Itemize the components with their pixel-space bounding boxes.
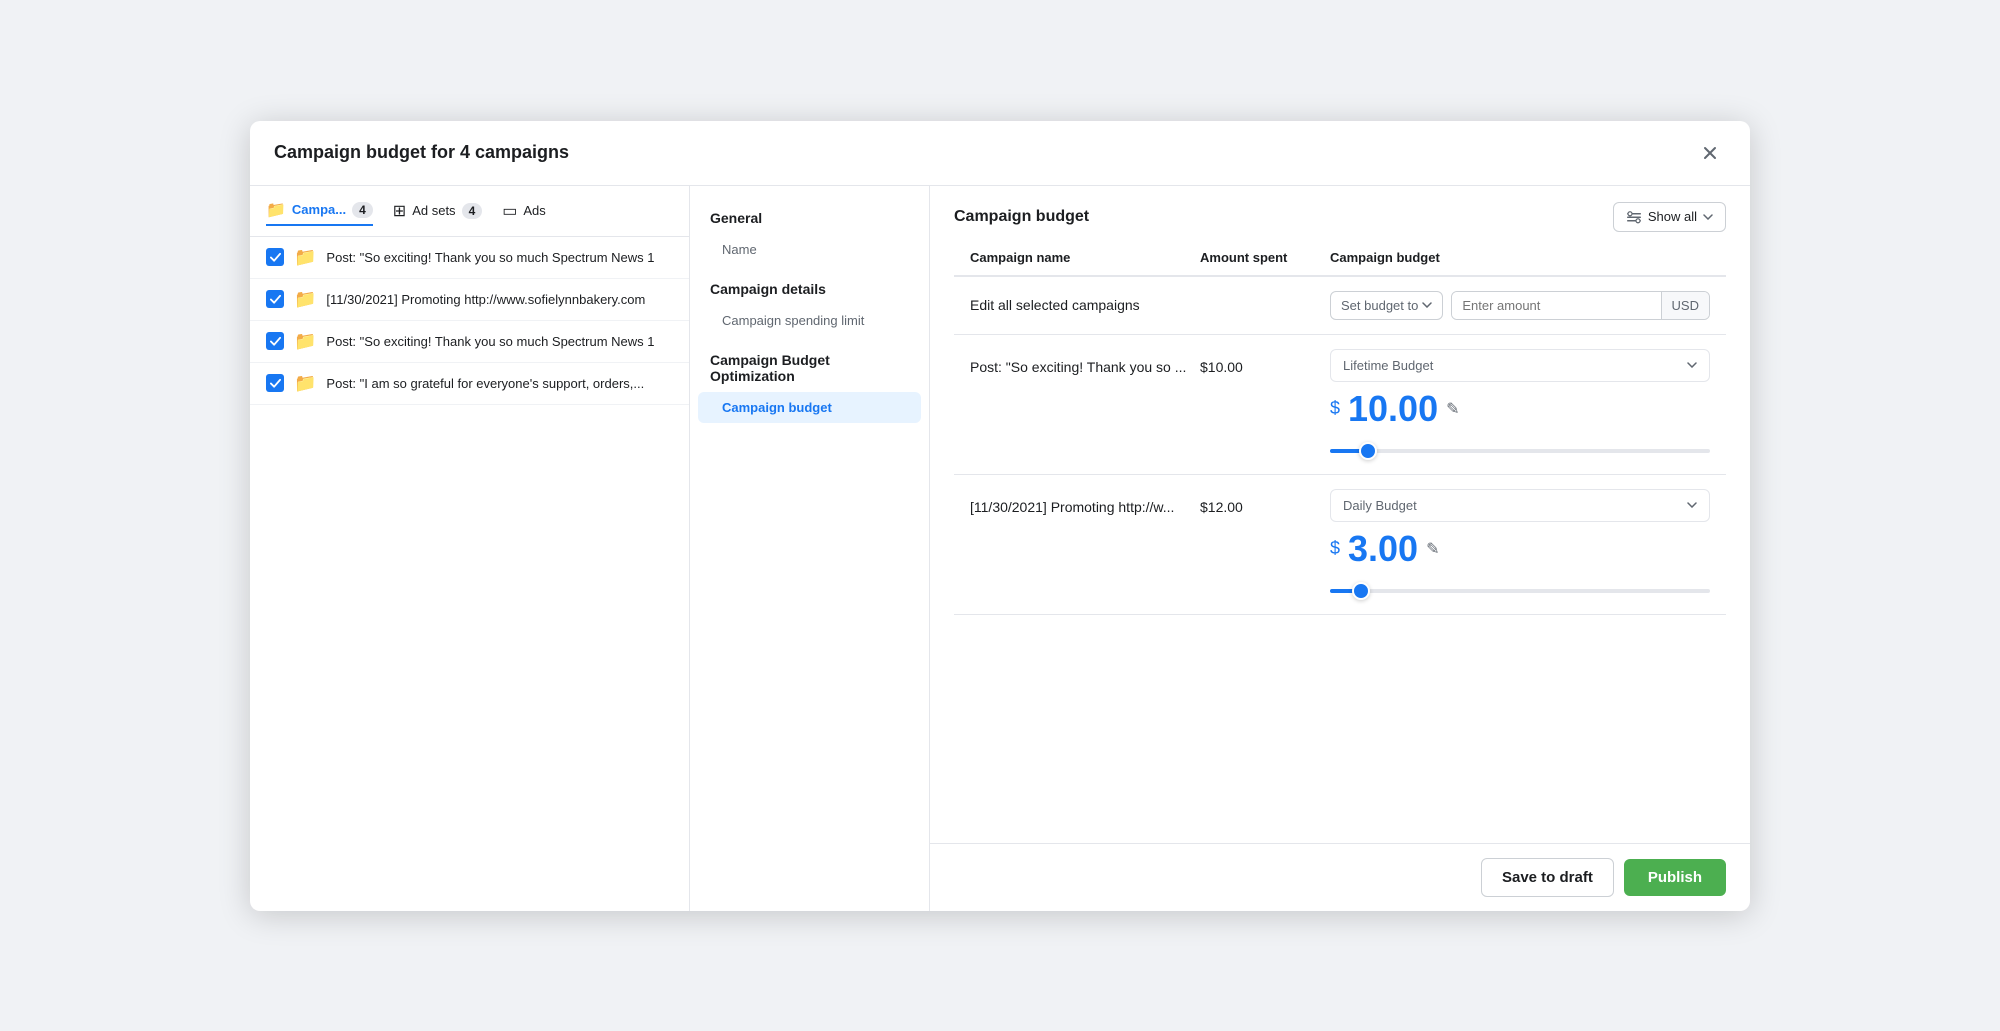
folder-icon: 📁 — [294, 331, 316, 352]
close-button[interactable] — [1694, 137, 1726, 169]
chevron-down-icon — [1687, 502, 1697, 508]
filter-icon — [1626, 209, 1642, 225]
nav-section-general: General — [690, 206, 929, 234]
set-budget-dropdown[interactable]: Set budget to — [1330, 291, 1443, 320]
nav-item-name[interactable]: Name — [690, 234, 929, 265]
folder-icon: 📁 — [294, 373, 316, 394]
check-icon — [266, 290, 284, 308]
row1-budget-type-select[interactable]: Lifetime Budget — [1330, 349, 1710, 382]
tab-ads[interactable]: ▭ Ads — [502, 197, 546, 225]
content-title: Campaign budget — [954, 208, 1089, 226]
dollar-sign: $ — [1330, 538, 1340, 559]
th-campaign-name: Campaign name — [970, 250, 1200, 265]
row1-spent: $10.00 — [1200, 349, 1330, 375]
row2-budget-value: 3.00 — [1348, 528, 1418, 570]
list-item[interactable]: 📁 Post: "So exciting! Thank you so much … — [250, 237, 689, 279]
row1-budget-amount: $ 10.00 ✎ — [1330, 388, 1710, 430]
campaign-budget-row-1: Post: "So exciting! Thank you so ... $10… — [954, 335, 1726, 475]
row2-budget-controls: Daily Budget $ 3.00 ✎ — [1330, 489, 1710, 600]
row1-budget-slider[interactable] — [1330, 449, 1710, 453]
modal-header: Campaign budget for 4 campaigns — [250, 121, 1750, 186]
th-campaign-budget: Campaign budget — [1330, 250, 1710, 265]
tab-adsets[interactable]: ⊞ Ad sets 4 — [393, 197, 482, 225]
content-header: Campaign budget Show all — [930, 186, 1750, 240]
row1-edit-pencil-icon[interactable]: ✎ — [1446, 399, 1459, 419]
modal-title: Campaign budget for 4 campaigns — [274, 142, 569, 163]
list-item[interactable]: 📁 Post: "I am so grateful for everyone's… — [250, 363, 689, 405]
edit-all-label: Edit all selected campaigns — [970, 297, 1200, 313]
amount-text-input[interactable] — [1452, 292, 1660, 319]
ads-icon: ▭ — [502, 201, 517, 221]
dollar-sign: $ — [1330, 398, 1340, 419]
row1-name: Post: "So exciting! Thank you so ... — [970, 349, 1200, 375]
modal-body: 📁 Campa... 4 ⊞ Ad sets 4 ▭ Ads — [250, 186, 1750, 911]
check-icon — [266, 374, 284, 392]
folder-icon: 📁 — [294, 247, 316, 268]
row2-budget-amount: $ 3.00 ✎ — [1330, 528, 1710, 570]
nav-sidebar: General Name Campaign details Campaign s… — [690, 186, 930, 911]
main-content: Campaign budget Show all — [930, 186, 1750, 911]
nav-section-cbo: Campaign Budget Optimization — [690, 336, 929, 392]
row2-name: [11/30/2021] Promoting http://w... — [970, 489, 1200, 515]
campaigns-icon: 📁 — [266, 200, 286, 220]
edit-all-row: Edit all selected campaigns Set budget t… — [954, 277, 1726, 335]
campaign-budget-row-2: [11/30/2021] Promoting http://w... $12.0… — [954, 475, 1726, 615]
row2-slider-container — [1330, 576, 1710, 600]
chevron-down-icon — [1422, 302, 1432, 308]
budget-controls: Set budget to USD — [1330, 291, 1710, 320]
check-icon — [266, 248, 284, 266]
chevron-down-icon — [1687, 362, 1697, 368]
chevron-down-icon — [1703, 214, 1713, 220]
publish-button[interactable]: Publish — [1624, 859, 1726, 896]
row1-slider-container — [1330, 436, 1710, 460]
row1-budget-controls: Lifetime Budget $ 10.00 ✎ — [1330, 349, 1710, 460]
folder-icon: 📁 — [294, 289, 316, 310]
save-to-draft-button[interactable]: Save to draft — [1481, 858, 1614, 897]
campaign-list-panel: 📁 Campa... 4 ⊞ Ad sets 4 ▭ Ads — [250, 186, 690, 911]
show-all-button[interactable]: Show all — [1613, 202, 1726, 232]
currency-label: USD — [1661, 292, 1709, 319]
row2-budget-slider[interactable] — [1330, 589, 1710, 593]
row2-edit-pencil-icon[interactable]: ✎ — [1426, 539, 1439, 559]
modal-footer: Save to draft Publish — [930, 843, 1750, 911]
budget-table: Campaign name Amount spent Campaign budg… — [930, 240, 1750, 843]
nav-section-campaign-details: Campaign details — [690, 265, 929, 305]
nav-item-spending-limit[interactable]: Campaign spending limit — [690, 305, 929, 336]
amount-input-field[interactable]: USD — [1451, 291, 1710, 320]
th-amount-spent: Amount spent — [1200, 250, 1330, 265]
table-header: Campaign name Amount spent Campaign budg… — [954, 240, 1726, 277]
row2-budget-type-select[interactable]: Daily Budget — [1330, 489, 1710, 522]
tab-campaigns[interactable]: 📁 Campa... 4 — [266, 196, 373, 226]
adsets-icon: ⊞ — [393, 201, 406, 221]
tabs-bar: 📁 Campa... 4 ⊞ Ad sets 4 ▭ Ads — [250, 186, 689, 237]
nav-item-campaign-budget[interactable]: Campaign budget — [698, 392, 921, 423]
check-icon — [266, 332, 284, 350]
row1-budget-value: 10.00 — [1348, 388, 1438, 430]
row2-spent: $12.00 — [1200, 489, 1330, 515]
list-item[interactable]: 📁 [11/30/2021] Promoting http://www.sofi… — [250, 279, 689, 321]
show-all-label: Show all — [1648, 209, 1697, 224]
list-item[interactable]: 📁 Post: "So exciting! Thank you so much … — [250, 321, 689, 363]
modal: Campaign budget for 4 campaigns 📁 Campa.… — [250, 121, 1750, 911]
